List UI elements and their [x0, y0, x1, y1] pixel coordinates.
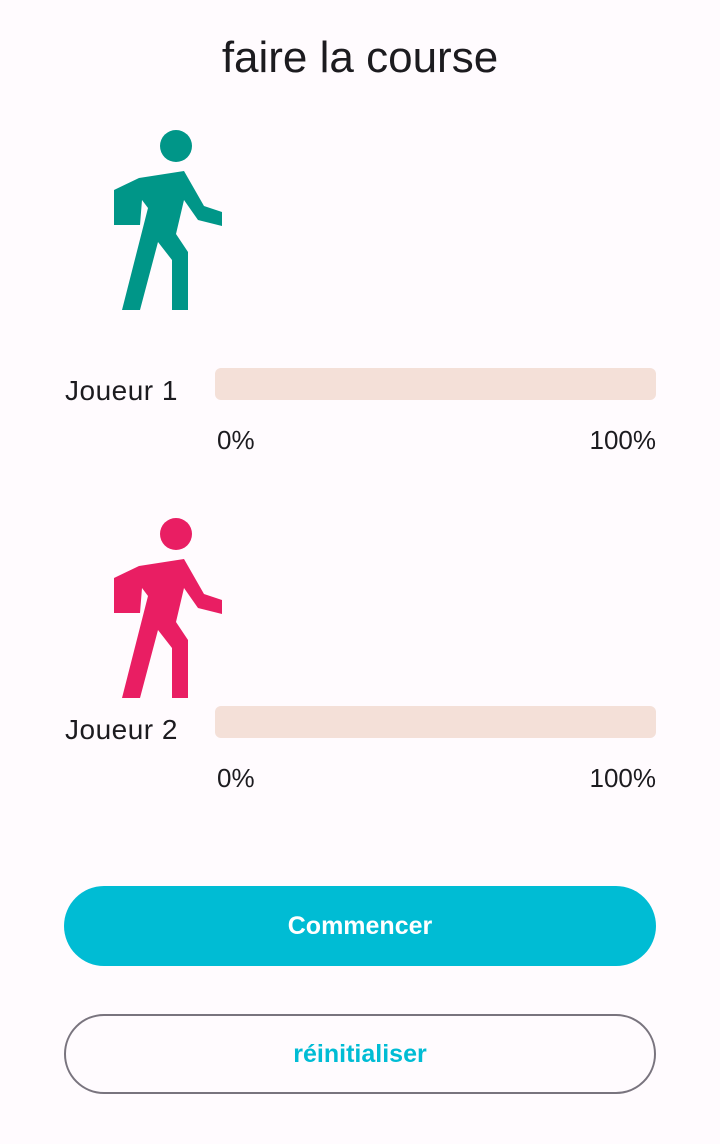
player-1-progress-track — [215, 368, 656, 400]
player-2-max-label: 100% — [589, 763, 657, 793]
player-1-label: Joueur 1 — [65, 375, 178, 406]
player-2-walking-icon — [112, 518, 224, 698]
player-1-min-label: 0% — [217, 425, 255, 455]
player-2-min-label: 0% — [217, 763, 255, 793]
player-1-max-label: 100% — [589, 425, 657, 455]
start-button-label: Commencer — [287, 911, 433, 940]
player-2-label: Joueur 2 — [65, 714, 178, 745]
player-2-progress-track — [215, 706, 656, 738]
page-title: faire la course — [221, 33, 499, 82]
start-button[interactable]: Commencer — [64, 886, 656, 966]
reset-button-label: réinitialiser — [293, 1039, 427, 1068]
player-1-walking-icon — [112, 130, 224, 310]
reset-button[interactable]: réinitialiser — [64, 1014, 656, 1094]
